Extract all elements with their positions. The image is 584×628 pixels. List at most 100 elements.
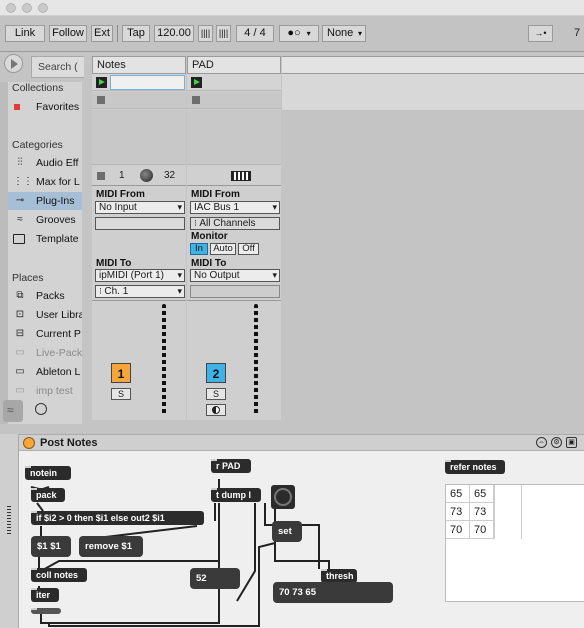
- midi-from-dropdown[interactable]: No Input: [95, 201, 185, 214]
- receive-pad-object[interactable]: r PAD: [211, 459, 251, 473]
- sidebar-item-imp-test[interactable]: ▭ imp test: [8, 382, 82, 400]
- help-view-button[interactable]: [31, 400, 51, 420]
- time-signature-field[interactable]: 4 / 4: [236, 25, 274, 42]
- notein-object[interactable]: notein: [25, 466, 71, 480]
- metronome-button[interactable]: ●○ ▾: [279, 25, 319, 42]
- follow-button[interactable]: Follow: [49, 25, 87, 42]
- monitor-off-button[interactable]: Off: [238, 243, 259, 255]
- sidebar-item-audio-effects[interactable]: ⫶⫶ Audio Eff: [8, 154, 82, 172]
- sidebar-item-favorites[interactable]: Favorites: [8, 98, 82, 116]
- sidebar-item-label: User Libra: [36, 309, 82, 321]
- tempo-field[interactable]: 120.00: [154, 25, 194, 42]
- iter-object[interactable]: iter: [31, 588, 59, 602]
- sidebar-item-label: Audio Eff: [36, 157, 79, 169]
- monitor-button[interactable]: [206, 404, 226, 416]
- midi-to-channel-dropdown[interactable]: [190, 285, 280, 298]
- monitor-in-button[interactable]: In: [190, 243, 208, 255]
- message-box-remove[interactable]: remove $1: [79, 536, 143, 557]
- search-input[interactable]: Search (: [31, 56, 84, 78]
- outlet-object[interactable]: [31, 608, 61, 614]
- message-box-list[interactable]: 70 73 65: [273, 582, 393, 603]
- number-box[interactable]: 52: [190, 568, 240, 589]
- metronome-dots-icon: ●○: [287, 27, 301, 39]
- quantize-dropdown[interactable]: None ▾: [322, 25, 366, 42]
- sidebar-item-current-project[interactable]: ⊟ Current P: [8, 325, 82, 343]
- solo-button[interactable]: S: [206, 388, 226, 400]
- clip-slot[interactable]: [187, 74, 281, 91]
- empty-track-header: [282, 56, 584, 74]
- draw-mode-icon[interactable]: →•: [528, 25, 553, 42]
- refer-object[interactable]: refer notes: [445, 460, 505, 474]
- track-activator-button[interactable]: 1: [111, 363, 131, 383]
- midi-from-channel-dropdown[interactable]: ⁝ All Channels: [190, 217, 280, 230]
- sidebar-item-max-for-live[interactable]: ⋮⋮ Max for L: [8, 173, 82, 191]
- drag-handle-icon[interactable]: [7, 506, 11, 536]
- solo-button[interactable]: S: [111, 388, 131, 400]
- close-window-button[interactable]: [6, 3, 16, 13]
- zoom-window-button[interactable]: [38, 3, 48, 13]
- clip-name-field[interactable]: [110, 75, 185, 90]
- tap-tempo-button[interactable]: Tap: [122, 25, 150, 42]
- patcher-canvas[interactable]: notein pack if $i2 > 0 then $i1 else out…: [19, 451, 584, 628]
- categories-header: Categories: [12, 139, 63, 151]
- midi-to-dropdown[interactable]: ipMIDI (Port 1): [95, 269, 185, 282]
- coll-table[interactable]: 65 65 73 73 70 70: [445, 484, 584, 602]
- message-box-dollar1[interactable]: $1 $1: [31, 536, 71, 557]
- groove-pool-toggle[interactable]: ≈: [3, 400, 23, 422]
- empty-drop-area[interactable]: [282, 74, 584, 110]
- midi-from-channel-dropdown[interactable]: [95, 217, 185, 230]
- monitor-label: Monitor: [191, 231, 228, 242]
- stop-square-icon[interactable]: [97, 172, 105, 180]
- clip-slot[interactable]: [92, 92, 186, 109]
- sidebar-item-user-library[interactable]: ⊡ User Libra: [8, 306, 82, 324]
- panel-gap: [0, 424, 584, 434]
- midi-from-dropdown[interactable]: IAC Bus 1: [190, 201, 280, 214]
- monitor-auto-button[interactable]: Auto: [210, 243, 236, 255]
- if-expression-object[interactable]: if $i2 > 0 then $i1 else out2 $i1: [31, 511, 204, 525]
- bang-button[interactable]: [271, 485, 295, 509]
- sidebar-item-grooves[interactable]: ≈ Grooves: [8, 211, 82, 229]
- link-button[interactable]: Link: [5, 25, 45, 42]
- nudge-bars-icon[interactable]: ||||: [216, 25, 231, 42]
- device-power-button[interactable]: [23, 437, 35, 449]
- browser-toggle-button[interactable]: [4, 54, 23, 73]
- clip-slot[interactable]: [187, 110, 281, 165]
- knob-icon[interactable]: [140, 169, 153, 182]
- clip-slot[interactable]: [92, 74, 186, 91]
- sidebar-item-packs[interactable]: ⧉ Packs: [8, 287, 82, 305]
- sidebar-item-plug-ins[interactable]: ⊸ Plug-Ins: [8, 192, 82, 210]
- clip-slot[interactable]: [92, 110, 186, 165]
- track-activator-button[interactable]: 2: [206, 363, 226, 383]
- sidebar-item-live-packs[interactable]: ▭ Live-Pack: [8, 344, 82, 362]
- table-column: [494, 485, 522, 539]
- track-title[interactable]: PAD: [187, 56, 281, 74]
- track-title[interactable]: Notes: [92, 56, 186, 74]
- template-icon: [13, 234, 25, 244]
- message-box-set[interactable]: set: [272, 521, 302, 542]
- sidebar-item-label: Ableton L: [36, 366, 81, 378]
- hot-swap-icon[interactable]: ⇔: [536, 437, 547, 448]
- clip-play-icon[interactable]: [191, 77, 202, 88]
- trigger-object[interactable]: t dump l: [211, 488, 261, 502]
- ext-sync-button[interactable]: Ext: [91, 25, 113, 42]
- clip-slot[interactable]: [187, 92, 281, 109]
- sidebar-item-ableton-library[interactable]: ▭ Ableton L: [8, 363, 82, 381]
- pack-object[interactable]: pack: [31, 488, 65, 502]
- sidebar-item-templates[interactable]: Template: [8, 230, 82, 248]
- piano-keys-icon[interactable]: [231, 171, 251, 181]
- clip-play-icon[interactable]: [96, 77, 107, 88]
- places-header: Places: [12, 272, 44, 284]
- level-meter: [254, 304, 258, 416]
- favorite-color-icon: [14, 104, 20, 110]
- midi-to-channel-dropdown[interactable]: ⁝ Ch. 1: [95, 285, 185, 298]
- thresh-object[interactable]: thresh: [321, 569, 357, 583]
- coll-object[interactable]: coll notes: [31, 568, 87, 582]
- midi-to-dropdown[interactable]: No Output: [190, 269, 280, 282]
- max-for-live-icon: ⋮⋮: [13, 176, 33, 187]
- edit-device-icon[interactable]: ⚙: [551, 437, 562, 448]
- save-device-icon[interactable]: ▣: [566, 437, 577, 448]
- nudge-bars-icon[interactable]: ||||: [198, 25, 213, 42]
- sidebar-item-label: Live-Pack: [36, 347, 82, 359]
- track-pad: PAD MIDI From IAC Bus 1 ⁝ All Channels M…: [187, 56, 281, 420]
- minimize-window-button[interactable]: [22, 3, 32, 13]
